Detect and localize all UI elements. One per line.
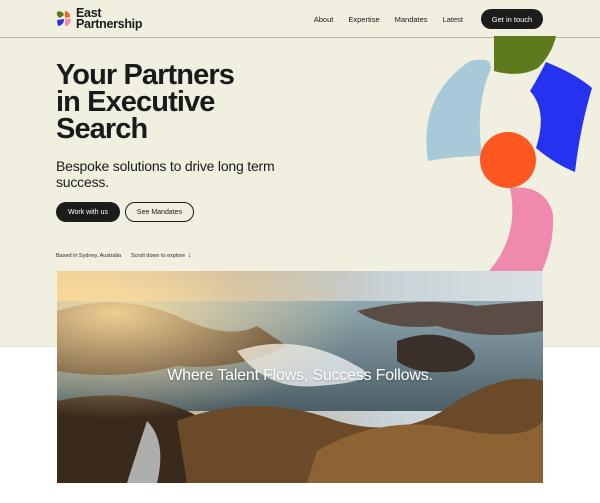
work-with-us-button[interactable]: Work with us	[56, 202, 120, 222]
main-nav: About Expertise Mandates Latest Get in t…	[314, 9, 543, 29]
light-blue-petal	[426, 59, 491, 161]
brand-name: East Partnership	[76, 7, 143, 31]
nav-expertise[interactable]: Expertise	[348, 15, 379, 24]
blue-petal	[530, 62, 592, 172]
see-mandates-button[interactable]: See Mandates	[125, 202, 194, 222]
hero-image-caption: Where Talent Flows, Success Follows.	[167, 367, 433, 384]
hero-title: Your Partners in Executive Search	[56, 59, 356, 145]
hero-title-line1: Your Partners	[56, 59, 235, 91]
orange-circle	[480, 132, 536, 188]
nav-about[interactable]: About	[314, 15, 334, 24]
scroll-hint-label: Scroll down to explore	[131, 253, 186, 259]
logo-mark-icon	[56, 11, 71, 26]
decorative-shapes	[426, 36, 592, 298]
location-label: Based in Sydney, Australia	[56, 253, 122, 259]
nav-mandates[interactable]: Mandates	[395, 15, 428, 24]
scroll-hint[interactable]: Scroll down to explore ↓	[131, 252, 192, 259]
brand-logo[interactable]: East Partnership	[56, 7, 142, 31]
brand-name-line2: Partnership	[76, 17, 143, 31]
nav-latest[interactable]: Latest	[443, 15, 463, 24]
get-in-touch-button[interactable]: Get in touch	[481, 9, 543, 29]
hero-title-line2: in Executive	[56, 86, 215, 118]
arrow-down-icon: ↓	[188, 252, 192, 259]
hero-title-line3: Search	[56, 113, 148, 145]
hero-subtitle: Bespoke solutions to drive long term suc…	[56, 158, 275, 190]
site-header: East Partnership About Expertise Mandate…	[0, 0, 600, 38]
hero-image: Where Talent Flows, Success Follows.	[57, 271, 543, 483]
